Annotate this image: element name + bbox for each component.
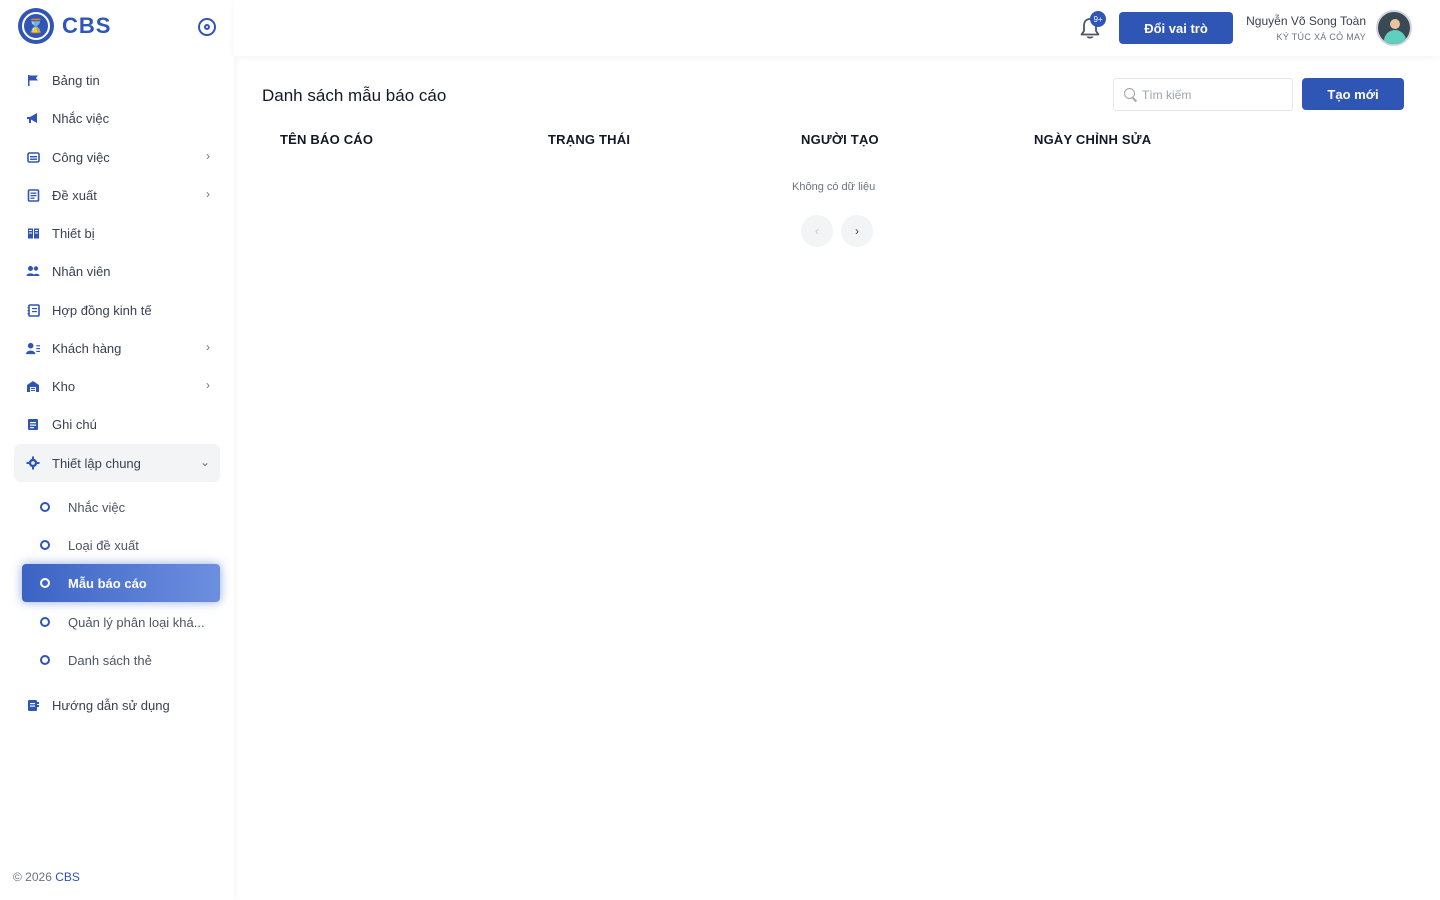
sidebar-item-label: Công việc <box>52 149 110 165</box>
sidebar-item-kho[interactable]: Kho › <box>14 367 220 405</box>
search-box[interactable] <box>1113 78 1293 111</box>
contract-icon <box>26 303 40 317</box>
sidebar-item-label: Bảng tin <box>52 72 100 88</box>
sidebar-item-cong-viec[interactable]: Công việc › <box>14 138 220 176</box>
footer: © 2026 CBS <box>13 870 80 884</box>
people-icon <box>26 264 40 278</box>
gear-icon <box>26 456 40 470</box>
sidebar-item-label: Đề xuất <box>52 187 97 203</box>
chevron-left-icon: ‹ <box>815 224 819 238</box>
copyright: © 2026 <box>13 870 52 884</box>
circle-icon <box>40 578 50 588</box>
sidebar-item-bang-tin[interactable]: Bảng tin <box>14 61 220 99</box>
sidebar-item-label: Thiết bị <box>52 225 95 241</box>
submenu-item-label: Nhắc việc <box>68 499 126 515</box>
sidebar-item-label: Khách hàng <box>52 340 122 356</box>
column-header-modified-date[interactable]: NGÀY CHỈNH SỬA <box>1034 132 1151 147</box>
sidebar-item-thiet-bi[interactable]: Thiết bị <box>14 214 220 252</box>
sidebar-item-khach-hang[interactable]: Khách hàng › <box>14 329 220 367</box>
switch-role-button[interactable]: Đổi vai trò <box>1119 12 1233 44</box>
guide-icon <box>26 698 40 712</box>
avatar[interactable] <box>1376 10 1412 46</box>
collapse-sidebar-button[interactable] <box>198 18 216 36</box>
chevron-down-icon: ⌄ <box>199 455 210 469</box>
search-icon <box>1124 87 1138 102</box>
column-header-report-name[interactable]: TÊN BÁO CÁO <box>280 132 373 147</box>
warehouse-icon <box>26 379 40 393</box>
submenu-item-label: Loại đề xuất <box>68 537 139 553</box>
submenu-item-label: Danh sách thẻ <box>68 652 152 668</box>
submenu-item-danh-sach-the[interactable]: Danh sách thẻ <box>22 641 220 679</box>
submenu-item-nhac-viec[interactable]: Nhắc việc <box>22 488 220 526</box>
sidebar-item-label: Hướng dẫn sử dụng <box>52 697 170 713</box>
pagination-next-button[interactable]: › <box>841 215 873 247</box>
customer-icon <box>26 341 40 355</box>
notification-badge: 9+ <box>1090 11 1106 27</box>
sidebar-item-label: Thiết lập chung <box>52 455 141 471</box>
flag-icon <box>26 73 40 87</box>
devices-icon <box>26 226 40 240</box>
note-icon <box>26 417 40 431</box>
submenu-item-label: Quản lý phân loại khá... <box>68 614 205 630</box>
submenu-item-quan-ly-phan-loai[interactable]: Quản lý phân loại khá... <box>22 603 220 641</box>
user-name: Nguyễn Võ Song Toàn <box>1246 14 1366 28</box>
brand-name: CBS <box>62 13 112 38</box>
target-icon <box>204 24 210 30</box>
sidebar-item-thiet-lap-chung[interactable]: Thiết lập chung ⌄ <box>14 444 220 482</box>
page-title: Danh sách mẫu báo cáo <box>262 86 447 105</box>
chevron-right-icon: › <box>206 340 210 354</box>
top-header: 9+ Đổi vai trò Nguyễn Võ Song Toàn KÝ TÚ… <box>234 0 1440 56</box>
sidebar-item-nhac-viec[interactable]: Nhắc việc <box>14 99 220 137</box>
megaphone-icon <box>26 111 40 125</box>
sidebar: ⌛ CBS Bảng tin Nhắc việc Công việc › Đề … <box>0 0 234 900</box>
sidebar-item-de-xuat[interactable]: Đề xuất › <box>14 176 220 214</box>
footer-brand-link[interactable]: CBS <box>55 870 80 884</box>
circle-icon <box>40 617 50 627</box>
column-header-status[interactable]: TRẠNG THÁI <box>548 132 630 147</box>
submenu-item-loai-de-xuat[interactable]: Loại đề xuất <box>22 526 220 564</box>
sidebar-item-label: Ghi chú <box>52 416 97 432</box>
brand[interactable]: ⌛ CBS <box>18 8 111 44</box>
sidebar-item-label: Nhắc việc <box>52 110 110 126</box>
sidebar-item-label: Nhân viên <box>52 263 111 279</box>
chevron-right-icon: › <box>206 149 210 163</box>
circle-icon <box>40 655 50 665</box>
user-organization: KÝ TÚC XÁ CỎ MAY <box>1276 32 1366 42</box>
chevron-right-icon: › <box>855 224 859 238</box>
logo-icon: ⌛ <box>18 8 54 44</box>
pagination-prev-button[interactable]: ‹ <box>801 215 833 247</box>
briefcase-icon <box>26 150 40 164</box>
sidebar-item-ghi-chu[interactable]: Ghi chú <box>14 405 220 443</box>
search-input[interactable] <box>1142 87 1282 102</box>
column-header-creator[interactable]: NGƯỜI TẠO <box>801 132 879 147</box>
chevron-right-icon: › <box>206 187 210 201</box>
empty-state-text: Không có dữ liệu <box>792 181 876 193</box>
submenu-item-mau-bao-cao[interactable]: Mẫu báo cáo <box>22 564 220 602</box>
create-new-button[interactable]: Tạo mới <box>1302 78 1404 110</box>
chevron-right-icon: › <box>206 378 210 392</box>
sidebar-item-label: Hợp đồng kinh tế <box>52 302 152 318</box>
sidebar-item-hop-dong-kinh-te[interactable]: Hợp đồng kinh tế <box>14 291 220 329</box>
circle-icon <box>40 540 50 550</box>
circle-icon <box>40 502 50 512</box>
submenu-item-label: Mẫu báo cáo <box>68 575 147 591</box>
sidebar-item-label: Kho <box>52 378 76 394</box>
sidebar-item-nhan-vien[interactable]: Nhân viên <box>14 252 220 290</box>
clipboard-icon <box>26 188 40 202</box>
sidebar-item-huong-dan[interactable]: Hướng dẫn sử dụng <box>14 686 220 724</box>
